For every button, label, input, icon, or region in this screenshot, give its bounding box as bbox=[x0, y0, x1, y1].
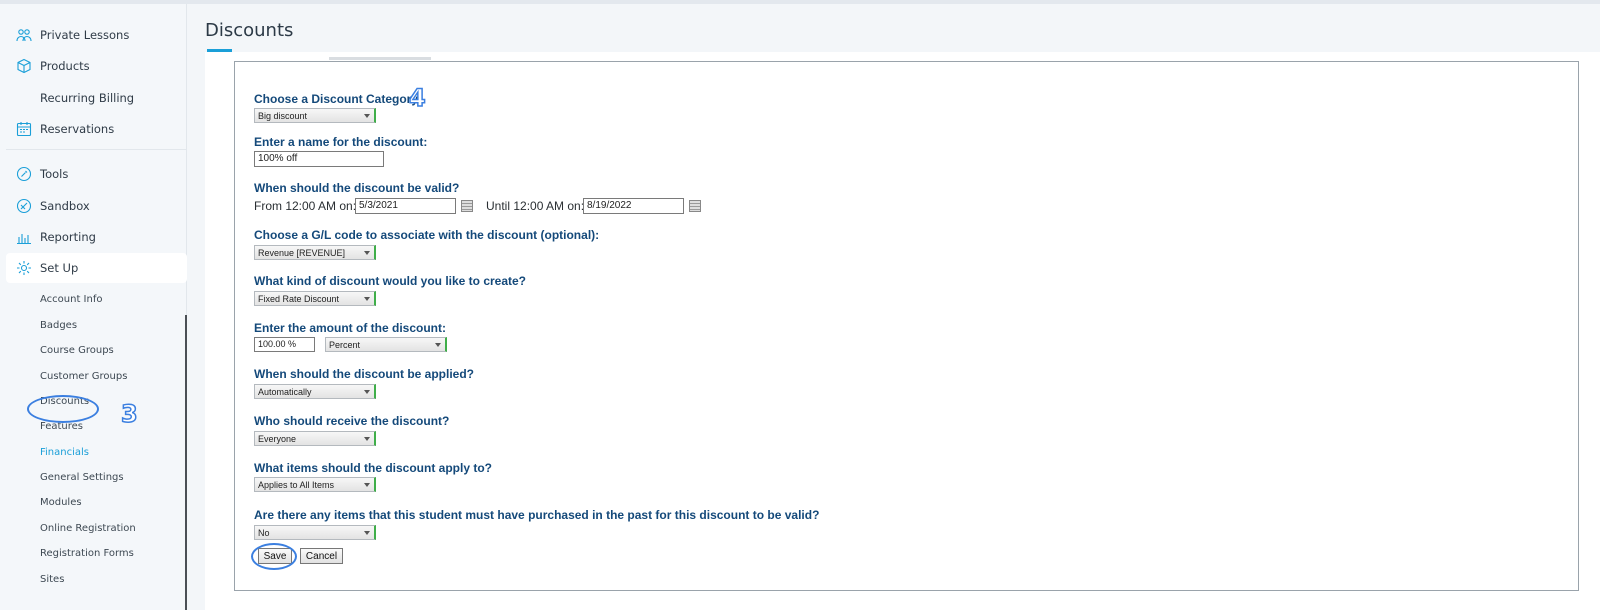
gear-icon bbox=[16, 260, 32, 276]
calendar-icon[interactable] bbox=[461, 200, 473, 212]
amount-label: Enter the amount of the discount: bbox=[254, 321, 446, 335]
page-title: Discounts bbox=[205, 20, 294, 41]
sidebar-item-sandbox[interactable]: Sandbox bbox=[16, 191, 181, 221]
setup-sub-customer-groups[interactable]: Customer Groups bbox=[40, 371, 127, 382]
kind-label: What kind of discount would you like to … bbox=[254, 274, 527, 288]
receive-label: Who should receive the discount? bbox=[254, 414, 450, 428]
calendar-icon[interactable] bbox=[689, 200, 701, 212]
until-label: Until 12:00 AM on: bbox=[486, 199, 585, 213]
sidebar-divider bbox=[6, 149, 187, 150]
annotation-circle-discounts bbox=[27, 395, 99, 423]
setup-sub-registration-forms[interactable]: Registration Forms bbox=[40, 548, 134, 559]
cancel-button[interactable]: Cancel bbox=[300, 548, 343, 564]
sidebar-item-label: Private Lessons bbox=[40, 28, 130, 42]
sidebar-item-label: Reporting bbox=[40, 230, 96, 244]
category-select-value: Big discount bbox=[258, 110, 308, 121]
from-date-input[interactable]: 5/3/2021 bbox=[355, 198, 456, 214]
people-icon bbox=[16, 27, 32, 43]
chevron-down-icon bbox=[435, 343, 441, 347]
gl-label: Choose a G/L code to associate with the … bbox=[254, 228, 600, 242]
discount-kind-select-value: Fixed Rate Discount bbox=[258, 293, 340, 304]
discount-name-input[interactable]: 100% off bbox=[254, 151, 384, 167]
sidebar-item-label: Sandbox bbox=[40, 199, 90, 213]
annotation-circle-save bbox=[251, 543, 297, 570]
annotation-step-4: 4 bbox=[408, 83, 426, 113]
sandbox-icon bbox=[16, 198, 32, 214]
past-purchase-select-value: No bbox=[258, 527, 270, 538]
sidebar-item-label: Tools bbox=[40, 167, 69, 181]
sidebar-scrollbar[interactable] bbox=[185, 315, 187, 610]
sidebar-item-private-lessons[interactable]: Private Lessons bbox=[16, 20, 181, 50]
name-label: Enter a name for the discount: bbox=[254, 135, 428, 149]
annotation-step-3: 3 bbox=[120, 399, 138, 429]
chevron-down-icon bbox=[364, 114, 370, 118]
sidebar-item-label: Products bbox=[40, 59, 90, 73]
sidebar-item-reservations[interactable]: Reservations bbox=[16, 114, 181, 144]
tab-indicator bbox=[329, 57, 431, 60]
app-window: Private Lessons Products Recurring Billi… bbox=[0, 0, 1600, 610]
past-purchase-label: Are there any items that this student mu… bbox=[254, 508, 820, 522]
from-label: From 12:00 AM on: bbox=[254, 199, 357, 213]
applied-label: When should the discount be applied? bbox=[254, 367, 474, 381]
gl-code-select[interactable]: Revenue [REVENUE] bbox=[254, 245, 376, 260]
category-select[interactable]: Big discount bbox=[254, 108, 376, 123]
setup-sub-course-groups[interactable]: Course Groups bbox=[40, 345, 114, 356]
chevron-down-icon bbox=[364, 390, 370, 394]
setup-sub-badges[interactable]: Badges bbox=[40, 320, 77, 331]
sidebar-item-label: Reservations bbox=[40, 122, 115, 136]
discount-kind-select[interactable]: Fixed Rate Discount bbox=[254, 291, 376, 306]
bar-chart-icon bbox=[16, 229, 32, 245]
past-purchase-select[interactable]: No bbox=[254, 525, 376, 540]
tools-icon bbox=[16, 166, 32, 182]
chevron-down-icon bbox=[364, 297, 370, 301]
sidebar-item-products[interactable]: Products bbox=[16, 51, 181, 81]
setup-sub-account-info[interactable]: Account Info bbox=[40, 294, 102, 305]
items-select[interactable]: Applies to All Items bbox=[254, 477, 376, 492]
until-date-input[interactable]: 8/19/2022 bbox=[583, 198, 684, 214]
chevron-down-icon bbox=[364, 437, 370, 441]
calendar-icon bbox=[16, 121, 32, 137]
applied-select[interactable]: Automatically bbox=[254, 384, 376, 399]
sidebar-item-recurring-billing[interactable]: Recurring Billing bbox=[16, 83, 181, 113]
receive-select[interactable]: Everyone bbox=[254, 431, 376, 446]
setup-sub-sites[interactable]: Sites bbox=[40, 574, 64, 585]
amount-unit-select[interactable]: Percent bbox=[325, 337, 447, 352]
setup-sub-financials[interactable]: Financials bbox=[40, 447, 89, 458]
applied-select-value: Automatically bbox=[258, 386, 312, 397]
amount-input[interactable]: 100.00 % bbox=[254, 337, 315, 352]
sidebar-item-tools[interactable]: Tools bbox=[16, 159, 181, 189]
valid-label: When should the discount be valid? bbox=[254, 181, 460, 195]
items-label: What items should the discount apply to? bbox=[254, 461, 493, 475]
gl-code-select-value: Revenue [REVENUE] bbox=[258, 247, 346, 258]
sidebar: Private Lessons Products Recurring Billi… bbox=[0, 4, 187, 610]
items-select-value: Applies to All Items bbox=[258, 479, 335, 490]
setup-sub-general-settings[interactable]: General Settings bbox=[40, 472, 124, 483]
receive-select-value: Everyone bbox=[258, 433, 297, 444]
chevron-down-icon bbox=[364, 531, 370, 535]
sidebar-item-label: Recurring Billing bbox=[40, 91, 135, 105]
setup-sub-modules[interactable]: Modules bbox=[40, 497, 82, 508]
sidebar-item-label: Set Up bbox=[40, 261, 79, 275]
setup-sub-online-registration[interactable]: Online Registration bbox=[40, 523, 136, 534]
chevron-down-icon bbox=[364, 251, 370, 255]
category-label: Choose a Discount Category: bbox=[254, 92, 423, 106]
sidebar-item-setup[interactable]: Set Up bbox=[6, 253, 187, 283]
box-icon bbox=[16, 58, 32, 74]
amount-unit-select-value: Percent bbox=[329, 339, 361, 350]
page-header bbox=[188, 4, 1600, 52]
chevron-down-icon bbox=[364, 483, 370, 487]
sidebar-item-reporting[interactable]: Reporting bbox=[16, 222, 181, 252]
